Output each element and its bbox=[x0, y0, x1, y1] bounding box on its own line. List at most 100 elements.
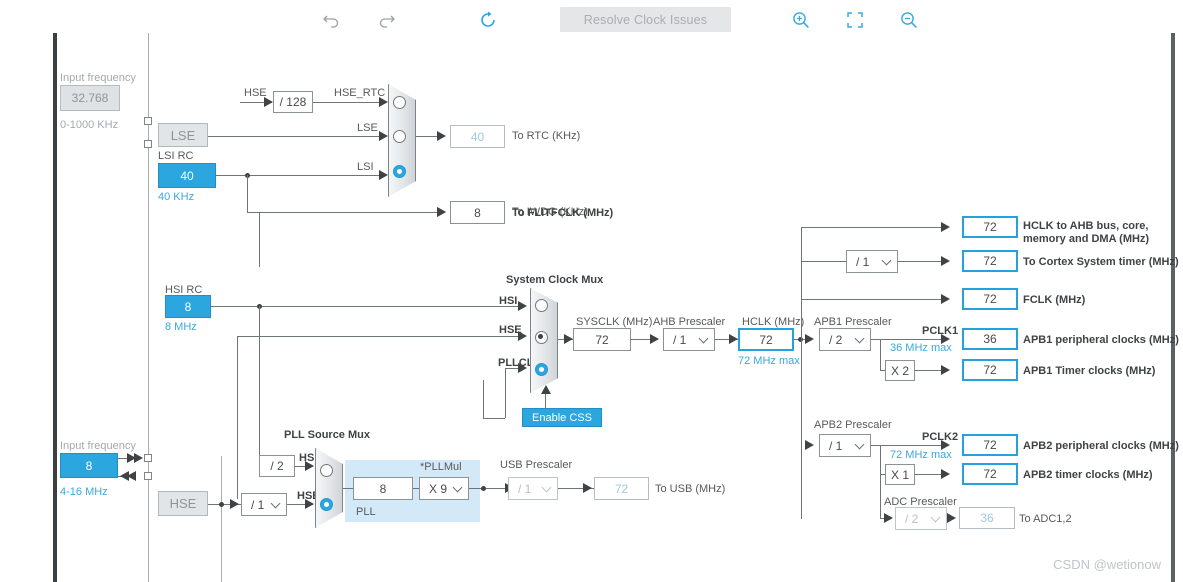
arrow-cortex-in bbox=[941, 256, 950, 266]
ahb-bus-output-field: 72 bbox=[962, 216, 1018, 238]
line-to-flitfclk bbox=[259, 212, 444, 213]
clock-configuration-canvas: Input frequency 32.768 0-1000 KHz LSE HS… bbox=[0, 33, 1183, 582]
arrow-apb1-periph-in bbox=[941, 334, 950, 344]
apb2-periph-output-label: APB2 peripheral clocks (MHz) bbox=[1023, 440, 1179, 452]
chevron-down-icon bbox=[930, 512, 941, 522]
line-css-up bbox=[545, 392, 546, 408]
apb2-timer-output-field: 72 bbox=[962, 463, 1018, 485]
junction-hse-prediv bbox=[219, 502, 224, 507]
pll-source-mux-title: PLL Source Mux bbox=[284, 429, 370, 441]
sysmux-option-pllclk[interactable] bbox=[535, 363, 548, 376]
system-clock-mux[interactable] bbox=[530, 288, 558, 393]
arrow-apb1-timer-in bbox=[941, 365, 950, 375]
rtc-mux-option-hse-rtc[interactable] bbox=[393, 96, 406, 109]
apb1-periph-output-label: APB1 peripheral clocks (MHz) bbox=[1023, 334, 1179, 346]
ahb-prescaler-value: / 1 bbox=[673, 332, 687, 347]
pllmux-option-hse[interactable] bbox=[320, 498, 333, 511]
lse-range-label: 0-1000 KHz bbox=[60, 119, 119, 131]
arrow-sysclk-in bbox=[564, 334, 573, 344]
apb2-timer-multiplier: X 1 bbox=[885, 464, 915, 485]
usb-output-label: To USB (MHz) bbox=[655, 483, 726, 495]
ahb-prescaler-select[interactable]: / 1 bbox=[663, 328, 715, 351]
line-lse-to-mux bbox=[208, 136, 386, 137]
arrow-apb2-in bbox=[805, 440, 814, 450]
watermark: CSDN @wetionow bbox=[1053, 557, 1161, 572]
arrow-rtcmux-in-hse bbox=[379, 97, 388, 107]
enable-css-button[interactable]: Enable CSS bbox=[522, 408, 602, 427]
line-apb1-to-periph bbox=[871, 339, 948, 340]
ahb-bus-output-label-line2: memory and DMA (MHz) bbox=[1023, 233, 1150, 245]
arrow-hse-pin-in-b bbox=[134, 453, 143, 463]
pllmux-option-hsi[interactable] bbox=[320, 464, 333, 477]
line-rail-to-fclk bbox=[801, 299, 948, 300]
rtc-output-label: To RTC (KHz) bbox=[512, 130, 581, 142]
hse-input-frequency-field[interactable]: 8 bbox=[60, 453, 118, 478]
line-pllmux-to-pll bbox=[343, 488, 353, 489]
hsi-value-field[interactable]: 8 bbox=[165, 295, 211, 318]
arrow-hse-pin-out-b bbox=[120, 471, 129, 481]
sysmux-hsi-label: HSI bbox=[499, 295, 518, 307]
chevron-down-icon bbox=[541, 482, 552, 492]
junction-pllout bbox=[481, 486, 486, 491]
lsi-sub-label: 40 KHz bbox=[158, 191, 195, 203]
distribution-rail bbox=[801, 227, 802, 519]
line-apb2-to-periph bbox=[871, 445, 948, 446]
apb2-periph-output-field: 72 bbox=[962, 434, 1018, 456]
sysmux-option-hsi[interactable] bbox=[535, 299, 548, 312]
hse-prediv-select[interactable]: / 1 bbox=[241, 493, 287, 516]
apb1-timer-output-label: APB1 Timer clocks (MHz) bbox=[1023, 365, 1156, 377]
adc-output-label: To ADC1,2 bbox=[1019, 513, 1072, 525]
apb2-max-label: 72 MHz max bbox=[890, 449, 952, 461]
arrow-rtcmux-in-lse bbox=[379, 131, 388, 141]
lse-oscillator[interactable]: LSE bbox=[158, 123, 208, 147]
lsi-value-field[interactable]: 40 bbox=[158, 163, 216, 188]
rtc-clock-mux[interactable] bbox=[388, 84, 416, 197]
resolve-clock-issues-button[interactable]: Resolve Clock Issues bbox=[560, 7, 731, 32]
line-pllclk-from-pll bbox=[483, 418, 505, 419]
ahb-prescaler-title: AHB Prescaler bbox=[653, 316, 726, 328]
usb-prescaler-value: / 1 bbox=[518, 481, 532, 496]
arrow-css-in bbox=[541, 385, 551, 394]
line-rail-to-ahbbus bbox=[801, 227, 948, 228]
rail-hse-out bbox=[221, 456, 222, 582]
sysclk-field: 72 bbox=[573, 328, 631, 351]
apb1-periph-output-field: 36 bbox=[962, 328, 1018, 350]
reset-icon[interactable] bbox=[475, 8, 501, 32]
arrow-adc-prescaler-in bbox=[884, 513, 893, 523]
hse-range-label: 4-16 MHz bbox=[60, 486, 108, 498]
apb2-prescaler-select[interactable]: / 1 bbox=[819, 434, 871, 457]
hse-pin-top bbox=[144, 454, 152, 462]
rtc-mux-option-lse[interactable] bbox=[393, 130, 406, 143]
undo-icon[interactable] bbox=[318, 8, 344, 32]
pllmul-value: X 9 bbox=[429, 481, 448, 496]
arrow-fclk-in bbox=[941, 294, 950, 304]
arrow-sysmux-in-hsi bbox=[518, 301, 527, 311]
apb1-timer-multiplier: X 2 bbox=[885, 360, 915, 381]
fit-to-screen-icon[interactable] bbox=[842, 8, 868, 32]
redo-icon[interactable] bbox=[373, 8, 399, 32]
line-apb2-branch-down bbox=[880, 445, 881, 518]
line-pllclk-riser bbox=[505, 368, 506, 418]
zoom-in-icon[interactable] bbox=[788, 8, 814, 32]
cortex-prescaler-select[interactable]: / 1 bbox=[846, 250, 898, 273]
hse-oscillator[interactable]: HSE bbox=[158, 491, 208, 516]
adc-prescaler-value: / 2 bbox=[905, 511, 919, 526]
cortex-timer-output-field: 72 bbox=[962, 250, 1018, 272]
toolbar: Resolve Clock Issues bbox=[0, 0, 1183, 40]
lse-pin-top bbox=[144, 117, 152, 125]
arrow-ahbbus-in bbox=[941, 222, 950, 232]
zoom-out-icon[interactable] bbox=[896, 8, 922, 32]
lse-input-frequency-field[interactable]: 32.768 bbox=[60, 85, 120, 111]
cortex-timer-output-label: To Cortex System timer (MHz) bbox=[1023, 256, 1179, 268]
apb1-prescaler-select[interactable]: / 2 bbox=[819, 328, 871, 351]
pllmul-select[interactable]: X 9 bbox=[419, 477, 469, 500]
apb1-timer-output-field: 72 bbox=[962, 359, 1018, 381]
adc-prescaler-select[interactable]: / 2 bbox=[895, 507, 947, 530]
pll-source-mux[interactable] bbox=[315, 448, 343, 528]
hse-input-frequency-label: Input frequency bbox=[60, 440, 136, 452]
ahb-bus-output-label-line1: HCLK to AHB bus, core, bbox=[1023, 220, 1149, 232]
hse-pin-bottom bbox=[144, 472, 152, 480]
usb-prescaler-select[interactable]: / 1 bbox=[508, 477, 558, 500]
line-apb1-branch-down bbox=[880, 339, 881, 370]
rtc-mux-option-lsi[interactable] bbox=[393, 165, 406, 178]
